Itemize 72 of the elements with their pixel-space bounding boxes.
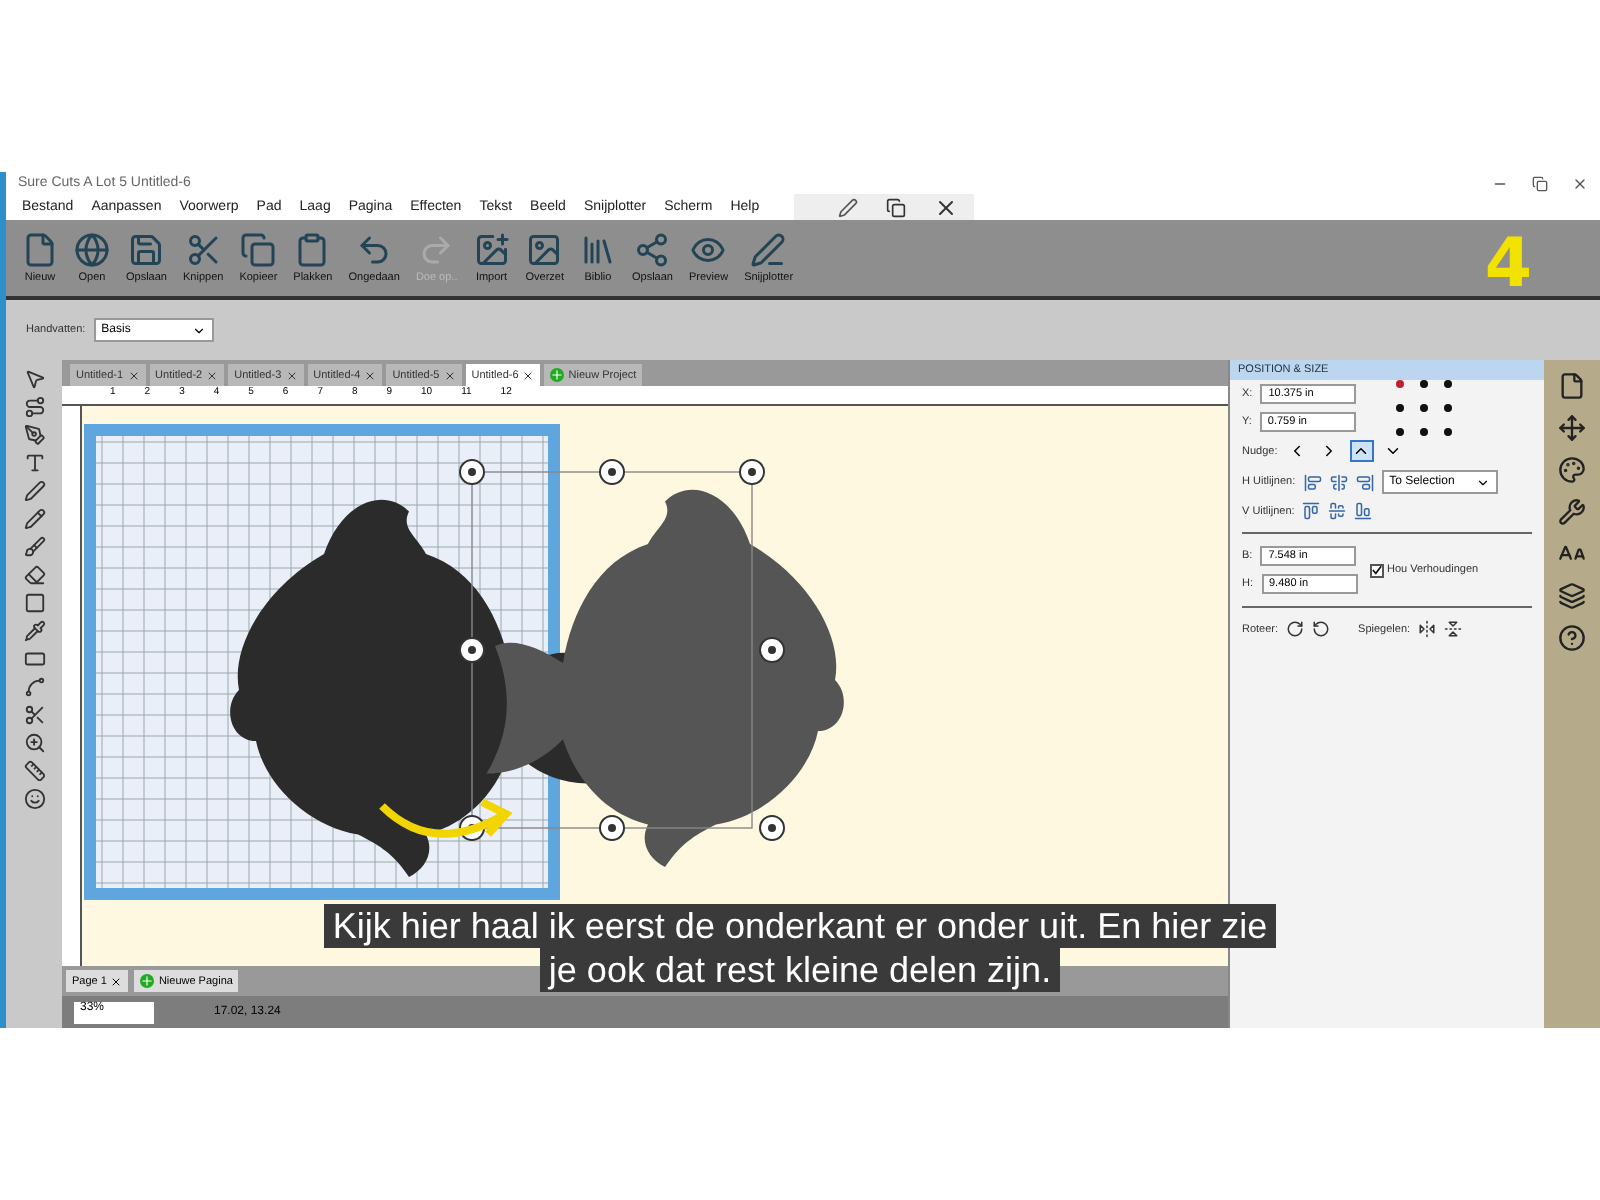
align-right-icon[interactable] (1355, 473, 1374, 491)
close-icon[interactable] (1572, 175, 1588, 191)
rotate-right-icon[interactable] (1286, 620, 1305, 638)
pointer-icon[interactable] (23, 368, 45, 390)
close-icon[interactable] (127, 369, 140, 381)
close-icon[interactable] (364, 369, 377, 381)
close-icon[interactable] (206, 369, 219, 381)
redo-icon (418, 232, 455, 268)
flip-horizontal-icon[interactable] (1418, 620, 1437, 638)
spline-icon[interactable] (23, 676, 45, 698)
align-middle-icon[interactable] (1328, 502, 1347, 520)
rectangle-icon[interactable] (23, 592, 45, 614)
text-tool-icon[interactable] (23, 452, 45, 474)
zoom-icon[interactable] (23, 732, 45, 754)
image-icon (473, 232, 510, 268)
caret-icon (191, 323, 206, 337)
maximize-icon[interactable] (1532, 175, 1548, 191)
help-icon[interactable] (1558, 624, 1586, 652)
globe-icon (74, 232, 110, 268)
keep-ratio-checkbox[interactable] (1369, 563, 1383, 577)
close-icon[interactable] (285, 369, 298, 381)
align-bottom-icon[interactable] (1354, 502, 1373, 520)
anchor-point[interactable] (1396, 404, 1405, 412)
anchor-point[interactable] (1420, 404, 1429, 412)
pen-icon[interactable] (23, 480, 45, 502)
layers-icon[interactable] (1558, 582, 1586, 610)
move-icon[interactable] (1558, 414, 1586, 442)
pen-tool-icon[interactable] (23, 424, 45, 446)
page-icon (22, 232, 58, 268)
landscape-icon (526, 232, 563, 268)
undo-icon (356, 232, 393, 268)
eraser-icon[interactable] (23, 564, 45, 586)
wrench-icon[interactable] (1558, 498, 1586, 526)
anchor-point[interactable] (1420, 380, 1429, 388)
flip-vertical-icon[interactable] (1444, 620, 1463, 638)
pen-icon (750, 232, 787, 268)
copy-icon (240, 232, 277, 268)
brush-icon[interactable] (23, 536, 45, 558)
palette-icon[interactable] (1558, 456, 1586, 484)
anchor-point[interactable] (1420, 428, 1429, 436)
pipette-icon[interactable] (23, 620, 45, 642)
close-icon[interactable] (443, 369, 456, 381)
caret-icon (1475, 475, 1490, 489)
align-top-icon[interactable] (1302, 502, 1321, 520)
clipboard-icon (294, 232, 331, 268)
library-icon (580, 232, 616, 268)
align-left-icon[interactable] (1303, 473, 1322, 491)
close-icon[interactable] (522, 369, 535, 381)
share-icon (634, 232, 671, 268)
page-icon[interactable] (1558, 372, 1586, 400)
knife-icon[interactable] (23, 704, 45, 726)
plus-icon (550, 368, 565, 382)
preview-icon (690, 232, 727, 268)
close-icon[interactable] (110, 975, 123, 987)
anchor-point[interactable] (1444, 428, 1453, 436)
node-icon[interactable] (23, 396, 45, 418)
shapes-icon[interactable] (23, 788, 45, 810)
align-center-icon[interactable] (1329, 473, 1348, 491)
anchor-point[interactable] (1444, 380, 1453, 388)
nudge-button[interactable] (1349, 440, 1374, 462)
rotate-left-icon[interactable] (1312, 620, 1331, 638)
frame-icon[interactable] (23, 648, 45, 670)
restore-icon[interactable] (885, 197, 906, 217)
anchor-point[interactable] (1444, 404, 1453, 412)
pen-icon[interactable] (837, 197, 858, 217)
ruler-icon[interactable] (23, 760, 45, 782)
scissors-icon (185, 232, 222, 268)
handwritten-number: 4 (1484, 224, 1532, 304)
anchor-point[interactable] (1396, 428, 1405, 436)
pencil-icon[interactable] (23, 508, 45, 530)
close-icon[interactable] (933, 195, 958, 219)
plus-icon (140, 974, 155, 988)
